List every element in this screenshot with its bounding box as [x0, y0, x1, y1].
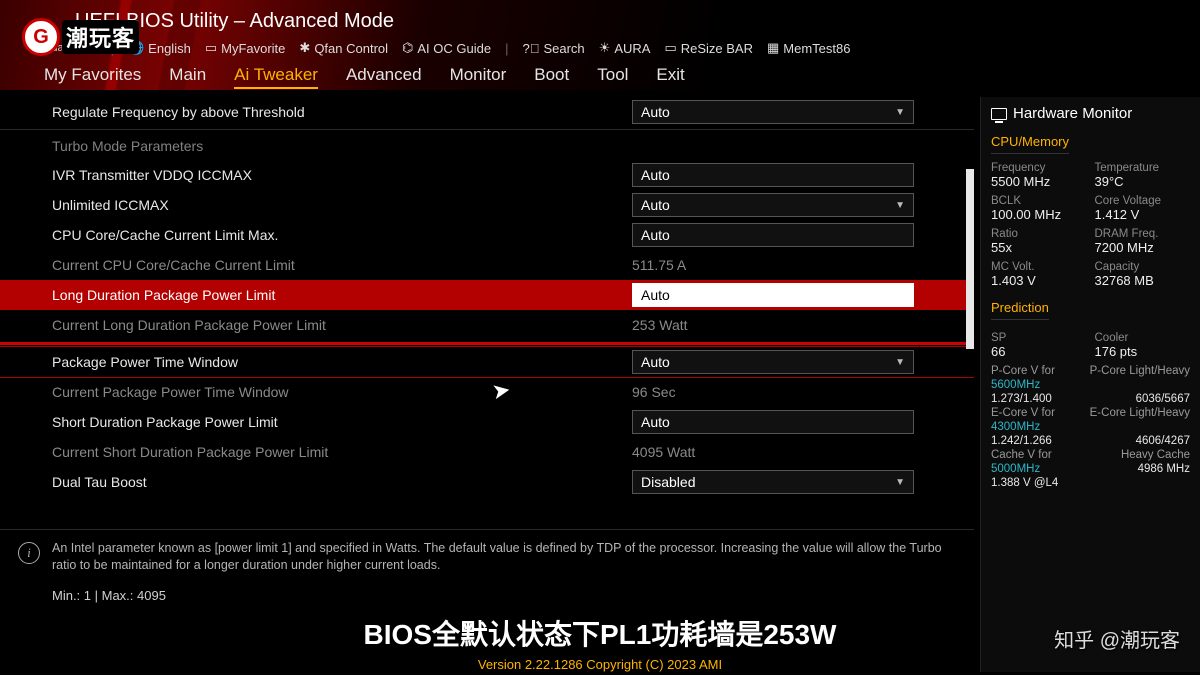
tab-advanced[interactable]: Advanced — [346, 65, 422, 89]
aura-button[interactable]: ☀AURA — [599, 40, 651, 56]
readonly-current-long-duration: Current Long Duration Package Power Limi… — [0, 310, 974, 340]
ai-icon: ⌬ — [402, 40, 413, 56]
scrollbar-thumb[interactable] — [966, 169, 974, 349]
resize-icon: ▭ — [664, 40, 676, 56]
dropdown[interactable]: Auto▼ — [632, 193, 914, 217]
dropdown[interactable]: Auto▼ — [632, 100, 914, 124]
tab-boot[interactable]: Boot — [534, 65, 569, 89]
tab-ai-tweaker[interactable]: Ai Tweaker — [234, 65, 318, 89]
scrollbar[interactable] — [966, 97, 974, 527]
memtest-icon: ▦ — [767, 40, 779, 56]
readonly-cpu-core-cache-current: Current CPU Core/Cache Current Limit 511… — [0, 250, 974, 280]
prediction-title: Prediction — [991, 300, 1049, 320]
tab-tool[interactable]: Tool — [597, 65, 628, 89]
main-tabs: My Favorites Main Ai Tweaker Advanced Mo… — [0, 57, 1200, 97]
search-button[interactable]: ?⃣Search — [522, 41, 584, 56]
info-icon: i — [18, 542, 40, 564]
setting-long-duration-power-limit[interactable]: Long Duration Package Power Limit Auto — [0, 280, 974, 310]
aioc-button[interactable]: ⌬AI OC Guide — [402, 40, 491, 56]
setting-cpu-core-cache-limit[interactable]: CPU Core/Cache Current Limit Max. Auto — [0, 220, 974, 250]
hardware-monitor-panel: Hardware Monitor CPU/Memory Frequency550… — [980, 97, 1200, 672]
setting-ivr-vddq-iccmax[interactable]: IVR Transmitter VDDQ ICCMAX Auto — [0, 160, 974, 190]
sidebar-title: Hardware Monitor — [991, 105, 1190, 122]
tab-monitor[interactable]: Monitor — [450, 65, 507, 89]
chevron-down-icon: ▼ — [895, 477, 905, 488]
setting-package-power-time-window[interactable]: Package Power Time Window Auto▼ — [0, 347, 974, 377]
readonly-current-short-duration: Current Short Duration Package Power Lim… — [0, 437, 974, 467]
setting-dual-tau-boost[interactable]: Dual Tau Boost Disabled▼ — [0, 467, 974, 497]
version-footer: Version 2.22.1286 Copyright (C) 2023 AMI — [0, 657, 1200, 672]
aura-icon: ☀ — [599, 40, 611, 56]
memtest-button[interactable]: ▦MemTest86 — [767, 40, 851, 56]
readonly-current-time-window: Current Package Power Time Window 96 Sec — [0, 377, 974, 407]
text-input[interactable]: Auto — [632, 223, 914, 247]
video-subtitle: BIOS全默认状态下PL1功耗墙是253W — [0, 613, 1200, 653]
cpu-memory-title: CPU/Memory — [991, 134, 1069, 154]
myfavorite-button[interactable]: ▭MyFavorite — [205, 40, 286, 56]
section-turbo-mode: Turbo Mode Parameters — [0, 132, 974, 160]
fan-icon: ✱ — [299, 40, 310, 56]
bios-header: UEFI BIOS Utility – Advanced Mode Monday… — [0, 0, 1200, 57]
channel-logo: G 潮玩客 — [22, 18, 139, 56]
watermark: 知乎 @潮玩客 — [1054, 624, 1180, 653]
dropdown[interactable]: Disabled▼ — [632, 470, 914, 494]
setting-short-duration-power-limit[interactable]: Short Duration Package Power Limit Auto — [0, 407, 974, 437]
chevron-down-icon: ▼ — [895, 107, 905, 118]
tab-my-favorites[interactable]: My Favorites — [44, 65, 141, 89]
text-input[interactable]: Auto — [632, 283, 914, 307]
help-panel: i An Intel parameter known as [power lim… — [0, 532, 974, 582]
setting-unlimited-iccmax[interactable]: Unlimited ICCMAX Auto▼ — [0, 190, 974, 220]
text-input[interactable]: Auto — [632, 410, 914, 434]
favorite-icon: ▭ — [205, 40, 217, 56]
tab-exit[interactable]: Exit — [656, 65, 684, 89]
resizebar-button[interactable]: ▭ReSize BAR — [664, 40, 753, 56]
search-icon: ?⃣ — [522, 41, 539, 56]
highlight-line — [0, 342, 974, 345]
help-text: An Intel parameter known as [power limit… — [52, 540, 956, 574]
dropdown[interactable]: Auto▼ — [632, 350, 914, 374]
chevron-down-icon: ▼ — [895, 200, 905, 211]
chevron-down-icon: ▼ — [895, 357, 905, 368]
min-max-label: Min.: 1 | Max.: 4095 — [0, 582, 974, 607]
text-input[interactable]: Auto — [632, 163, 914, 187]
tab-main[interactable]: Main — [169, 65, 206, 89]
setting-regulate-frequency[interactable]: Regulate Frequency by above Threshold Au… — [0, 97, 974, 127]
monitor-icon — [991, 108, 1007, 120]
qfan-button[interactable]: ✱Qfan Control — [299, 40, 388, 56]
